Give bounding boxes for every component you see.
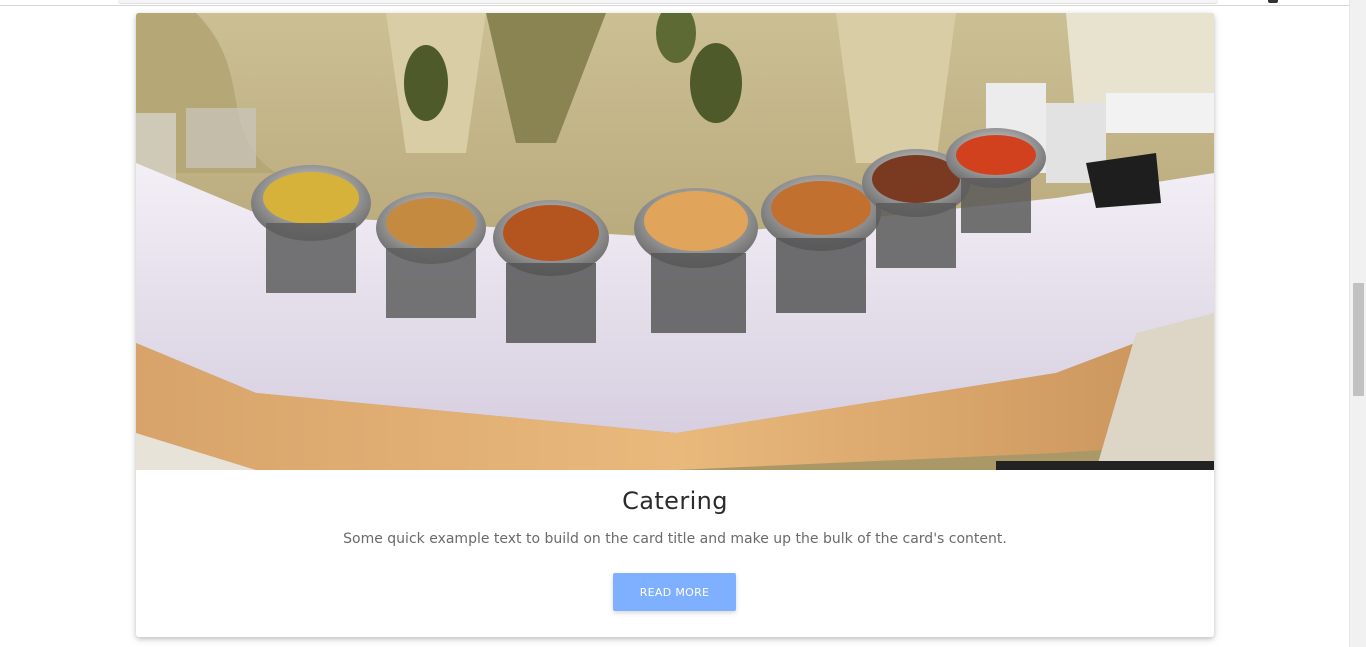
top-edge-marker <box>1268 0 1278 3</box>
read-more-button[interactable]: Read more <box>613 573 736 611</box>
buffet-photo <box>136 13 1214 470</box>
card-description: Some quick example text to build on the … <box>343 531 1007 547</box>
previous-section-edge <box>118 0 1218 4</box>
catering-card: Catering Some quick example text to buil… <box>136 13 1214 637</box>
scrollbar-thumb[interactable] <box>1353 283 1364 396</box>
page-top-edge <box>0 0 1349 6</box>
card-image <box>136 13 1214 470</box>
vertical-scrollbar[interactable] <box>1349 0 1366 647</box>
card-title: Catering <box>622 487 728 515</box>
